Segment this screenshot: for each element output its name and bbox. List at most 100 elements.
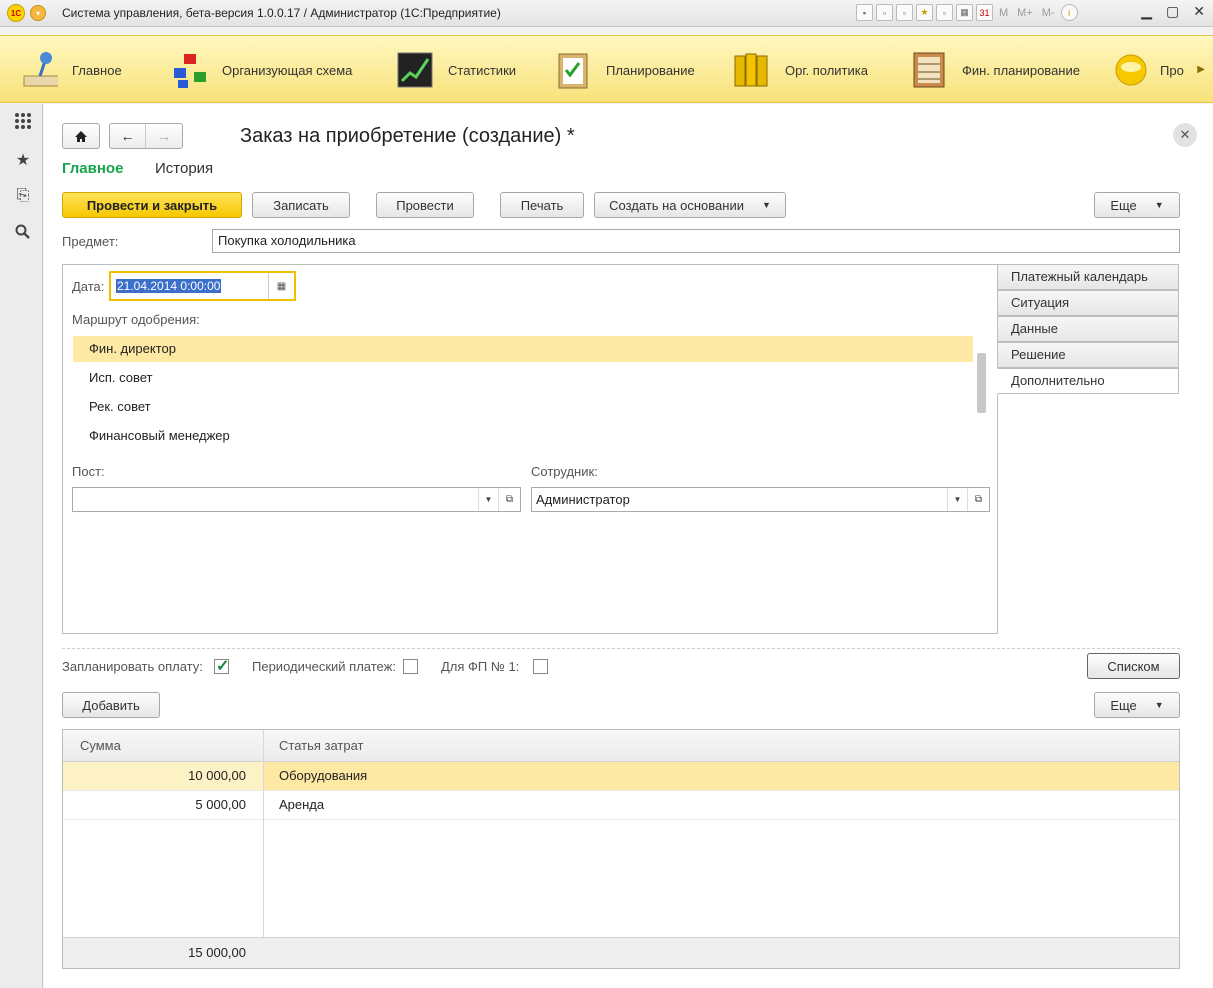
minimize-icon[interactable]: ▁ — [1141, 3, 1152, 20]
route-scrollbar[interactable] — [977, 353, 986, 413]
close-form-icon[interactable]: ✕ — [1173, 123, 1197, 147]
list-button[interactable]: Списком — [1087, 653, 1180, 679]
open-icon[interactable]: ⧉ — [498, 488, 520, 511]
cell-sum: 5 000,00 — [195, 797, 246, 812]
section-label: Статистики — [448, 62, 517, 78]
fp1-label: Для ФП № 1: — [441, 659, 520, 674]
subject-input[interactable]: Покупка холодильника — [212, 229, 1180, 253]
tab-data[interactable]: Данные — [997, 316, 1179, 342]
plan-payment-label: Запланировать оплату: — [62, 659, 203, 674]
route-item[interactable]: Исп. совет — [73, 365, 973, 391]
column-separator — [263, 730, 264, 968]
section-label: Орг. политика — [785, 62, 868, 78]
calculator-icon[interactable]: ▦ — [956, 4, 973, 21]
org-chart-icon — [170, 51, 208, 89]
section-label: Про — [1160, 62, 1184, 78]
tab-situation[interactable]: Ситуация — [997, 290, 1179, 316]
tab-additional[interactable]: Дополнительно — [997, 368, 1179, 394]
post-label: Пост: — [72, 464, 105, 479]
section-label: Главное — [72, 62, 122, 78]
fp1-checkbox[interactable] — [533, 659, 548, 674]
memory-m-button[interactable]: M — [996, 7, 1011, 19]
periodic-payment-checkbox[interactable] — [403, 659, 418, 674]
section-statistics[interactable]: Статистики — [396, 36, 516, 104]
payments-table: Сумма Статья затрат 10 000,00 Оборудован… — [62, 729, 1180, 969]
cell-cost-item: Оборудования — [279, 768, 368, 783]
info-icon[interactable]: i — [1060, 4, 1078, 21]
print-button[interactable]: Печать — [500, 192, 584, 218]
section-planning[interactable]: Планирование — [554, 36, 695, 104]
create-based-on-label: Создать на основании — [609, 197, 744, 213]
forward-arrow-icon[interactable]: → — [146, 124, 182, 148]
date-value: 21.04.2014 0:00:00 — [116, 279, 222, 293]
post-and-close-button[interactable]: Провести и закрыть — [62, 192, 242, 218]
section-label: Планирование — [606, 62, 695, 78]
save-button[interactable]: Записать — [252, 192, 350, 218]
tab-decision[interactable]: Решение — [997, 342, 1179, 368]
more-table-button[interactable]: Еще ▼ — [1094, 692, 1180, 718]
cell-cost-item: Аренда — [279, 797, 325, 812]
open-icon[interactable]: ⧉ — [967, 488, 989, 511]
section-fin-planning[interactable]: Фин. планирование — [910, 36, 1080, 104]
maximize-icon[interactable]: ▢ — [1166, 3, 1179, 20]
close-window-icon[interactable]: ✕ — [1193, 3, 1205, 20]
disc-icon — [1112, 51, 1150, 89]
column-header-cost-item[interactable]: Статья затрат — [279, 738, 364, 753]
chart-icon — [396, 51, 434, 89]
tab-payment-calendar[interactable]: Платежный календарь — [997, 264, 1179, 290]
section-org-scheme[interactable]: Организующая схема — [170, 36, 352, 104]
route-label: Маршрут одобрения: — [72, 312, 200, 327]
home-button[interactable] — [62, 123, 100, 149]
employee-field[interactable]: Администратор ▼ ⧉ — [531, 487, 990, 512]
post-button[interactable]: Провести — [376, 192, 474, 218]
abacus-icon — [910, 51, 948, 89]
dropdown-arrow-icon: ▼ — [1154, 200, 1164, 210]
table-row[interactable]: 10 000,00 Оборудования — [63, 762, 1179, 791]
history-pages-icon[interactable]: ⎘ — [12, 185, 34, 207]
dropdown-arrow-icon[interactable]: ▼ — [947, 488, 967, 511]
binders-icon — [733, 51, 771, 89]
add-button[interactable]: Добавить — [62, 692, 160, 718]
route-item[interactable]: Рек. совет — [73, 394, 973, 420]
save-icon[interactable]: ▪ — [856, 4, 873, 21]
employee-label: Сотрудник: — [531, 464, 598, 479]
home-icon — [63, 124, 99, 148]
memory-minus-button[interactable]: M- — [1039, 7, 1058, 19]
memory-plus-button[interactable]: M+ — [1014, 7, 1036, 19]
table-header: Сумма Статья затрат — [63, 730, 1179, 762]
star-icon[interactable]: ★ — [12, 149, 34, 171]
scroll-right-icon[interactable]: ▶ — [1197, 64, 1205, 75]
tab-main[interactable]: Главное — [62, 160, 123, 177]
search-icon[interactable] — [12, 221, 34, 243]
section-org-policy[interactable]: Орг. политика — [733, 36, 868, 104]
history-icon[interactable]: ▫ — [936, 4, 953, 21]
app-logo-icon[interactable]: 1C — [7, 4, 25, 22]
section-label: Организующая схема — [222, 62, 353, 78]
section-more[interactable]: Про — [1112, 36, 1184, 104]
table-row[interactable]: 5 000,00 Аренда — [63, 791, 1179, 820]
back-arrow-icon[interactable]: ← — [110, 124, 146, 148]
post-field[interactable]: ▼ ⧉ — [72, 487, 521, 512]
employee-value: Администратор — [536, 492, 630, 507]
main-menu-icon[interactable]: ▾ — [30, 5, 46, 21]
print-icon[interactable]: ▫ — [876, 4, 893, 21]
desk-lamp-icon — [20, 51, 58, 89]
section-main[interactable]: Главное — [20, 36, 122, 104]
window-title: Система управления, бета-версия 1.0.0.17… — [62, 6, 501, 20]
route-item[interactable]: Фин. директор — [73, 336, 973, 362]
dropdown-arrow-icon[interactable]: ▼ — [478, 488, 498, 511]
more-button[interactable]: Еще ▼ — [1094, 192, 1180, 218]
all-functions-icon[interactable] — [12, 110, 34, 132]
subject-label: Предмет: — [62, 234, 119, 249]
calendar-icon[interactable]: 31 — [976, 4, 993, 21]
plan-payment-checkbox[interactable] — [214, 656, 229, 676]
favorites-icon[interactable]: ★ — [916, 4, 933, 21]
tab-history[interactable]: История — [155, 160, 213, 177]
route-item[interactable]: Финансовый менеджер — [73, 423, 973, 449]
window-title-bar: 1C ▾ Система управления, бета-версия 1.0… — [0, 0, 1213, 27]
date-field[interactable]: 21.04.2014 0:00:00 ▦ — [109, 271, 296, 301]
preview-icon[interactable]: ▫ — [896, 4, 913, 21]
create-based-on-button[interactable]: Создать на основании ▼ — [594, 192, 786, 218]
column-header-sum[interactable]: Сумма — [80, 738, 121, 753]
calendar-picker-icon[interactable]: ▦ — [268, 273, 294, 299]
